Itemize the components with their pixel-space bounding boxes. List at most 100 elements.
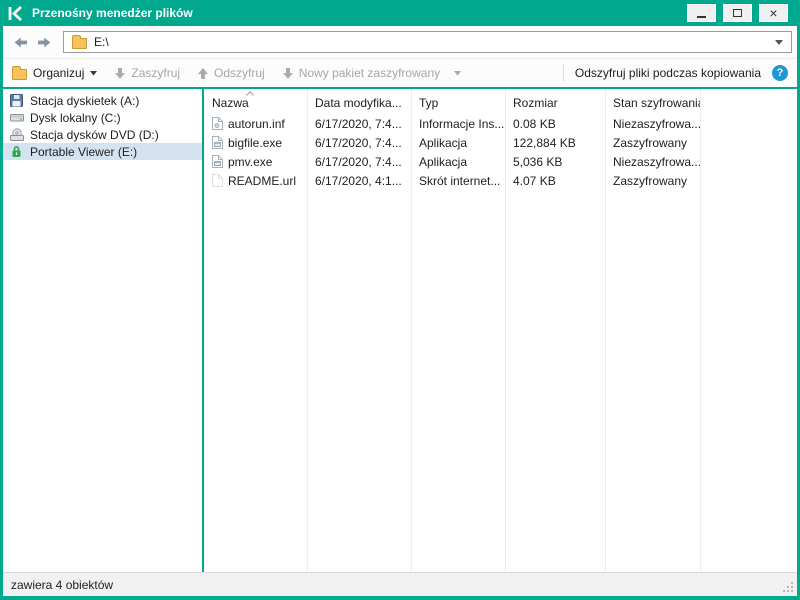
decrypt-label: Odszyfruj: [214, 66, 265, 80]
arrow-down-icon: [283, 68, 293, 79]
portable-file-manager-window: Przenośny menedżer plików E:\: [0, 0, 800, 600]
sidebar-item-drive-d[interactable]: Stacja dysków DVD (D:): [3, 126, 202, 143]
sidebar-item-drive-e[interactable]: Portable Viewer (E:): [3, 143, 202, 160]
file-type-cell: Aplikacja: [411, 133, 505, 152]
url-file-icon: [212, 174, 223, 187]
file-name: autorun.inf: [228, 117, 285, 131]
help-icon[interactable]: [772, 65, 788, 81]
file-name-cell: bigfile.exe: [204, 133, 307, 152]
file-filler-cell: [700, 114, 797, 133]
address-bar[interactable]: E:\: [63, 31, 792, 53]
column-header-name[interactable]: Nazwa: [204, 89, 307, 114]
minimize-button[interactable]: [687, 4, 716, 22]
navigation-bar: E:\: [3, 26, 797, 59]
drive-label: Portable Viewer (E:): [30, 145, 137, 159]
window-controls: [687, 4, 788, 22]
status-bar: zawiera 4 obiektów: [3, 572, 797, 596]
file-encryption-cell: Zaszyfrowany: [605, 171, 700, 190]
toolbar-right-group: Odszyfruj pliki podczas kopiowania: [563, 64, 788, 82]
sort-asc-icon: [246, 91, 254, 96]
file-row-pmv-exe[interactable]: pmv.exe 6/17/2020, 7:4... Aplikacja 5,03…: [204, 152, 797, 171]
column-label: Stan szyfrowania: [613, 96, 700, 110]
maximize-button[interactable]: [723, 4, 752, 22]
title-bar: Przenośny menedżer plików: [0, 0, 800, 26]
new-encrypted-package-button[interactable]: Nowy pakiet zaszyfrowany: [283, 66, 440, 80]
column-gridline: [411, 89, 412, 572]
status-text: zawiera 4 obiektów: [11, 578, 113, 592]
file-encryption-cell: Zaszyfrowany: [605, 133, 700, 152]
window-body: E:\ Organizuj Zaszyfruj Odszyfruj: [3, 26, 797, 596]
column-header-date-modified[interactable]: Data modyfika...: [307, 89, 411, 114]
file-name-cell: pmv.exe: [204, 152, 307, 171]
file-date-cell: 6/17/2020, 7:4...: [307, 114, 411, 133]
floppy-drive-icon: [10, 94, 24, 107]
file-size-cell: 122,884 KB: [505, 133, 605, 152]
file-list: Nazwa Data modyfika... Typ Rozmiar Stan …: [204, 89, 797, 572]
sidebar-item-drive-a[interactable]: Stacja dyskietek (A:): [3, 92, 202, 109]
column-label: Typ: [419, 96, 438, 110]
folder-icon: [72, 38, 87, 49]
chevron-down-icon: [454, 71, 461, 76]
file-date-cell: 6/17/2020, 7:4...: [307, 152, 411, 171]
kaspersky-logo-icon: [7, 6, 23, 21]
column-label: Rozmiar: [513, 96, 558, 110]
close-button[interactable]: [759, 4, 788, 22]
column-header-filler: [700, 89, 797, 114]
content-area: Stacja dyskietek (A:) Dysk lokalny (C:) …: [3, 89, 797, 572]
toolbar-separator: [563, 64, 564, 82]
decrypt-while-copying-button[interactable]: Odszyfruj pliki podczas kopiowania: [575, 66, 761, 80]
organize-button[interactable]: Organizuj: [12, 66, 97, 80]
file-size-cell: 5,036 KB: [505, 152, 605, 171]
close-icon: [769, 6, 777, 21]
organize-label: Organizuj: [33, 66, 84, 80]
column-gridline: [700, 89, 701, 572]
new-encrypted-package-label: Nowy pakiet zaszyfrowany: [299, 66, 440, 80]
file-name-cell: README.url: [204, 171, 307, 190]
file-date-cell: 6/17/2020, 4:1...: [307, 171, 411, 190]
encrypted-drive-icon: [10, 145, 24, 158]
column-header-type[interactable]: Typ: [411, 89, 505, 114]
column-gridline: [505, 89, 506, 572]
decrypt-button[interactable]: Odszyfruj: [198, 66, 265, 80]
drive-label: Stacja dysków DVD (D:): [30, 128, 159, 142]
file-row-bigfile-exe[interactable]: bigfile.exe 6/17/2020, 7:4... Aplikacja …: [204, 133, 797, 152]
file-type-cell: Skrót internet...: [411, 171, 505, 190]
column-label: Data modyfika...: [315, 96, 402, 110]
file-date-cell: 6/17/2020, 7:4...: [307, 133, 411, 152]
column-header-size[interactable]: Rozmiar: [505, 89, 605, 114]
exe-file-icon: [212, 155, 223, 168]
file-type-cell: Informacje Ins...: [411, 114, 505, 133]
sidebar-item-drive-c[interactable]: Dysk lokalny (C:): [3, 109, 202, 126]
drives-sidebar: Stacja dyskietek (A:) Dysk lokalny (C:) …: [3, 89, 202, 572]
arrow-left-icon: [14, 37, 27, 48]
minimize-icon: [697, 16, 706, 18]
file-list-header: Nazwa Data modyfika... Typ Rozmiar Stan …: [204, 89, 797, 114]
file-row-readme-url[interactable]: README.url 6/17/2020, 4:1... Skrót inter…: [204, 171, 797, 190]
back-button[interactable]: [8, 29, 32, 55]
forward-button[interactable]: [32, 29, 56, 55]
folder-icon: [12, 69, 27, 80]
encrypt-label: Zaszyfruj: [131, 66, 180, 80]
decrypt-while-copying-label: Odszyfruj pliki podczas kopiowania: [575, 66, 761, 80]
inf-file-icon: [212, 117, 223, 130]
arrow-up-icon: [198, 68, 208, 79]
resize-grip[interactable]: [781, 580, 794, 593]
column-gridline: [307, 89, 308, 572]
chevron-down-icon: [90, 71, 97, 76]
file-row-autorun-inf[interactable]: autorun.inf 6/17/2020, 7:4... Informacje…: [204, 114, 797, 133]
new-encrypted-package-dropdown-button[interactable]: [454, 71, 461, 76]
file-name: README.url: [228, 174, 296, 188]
encrypt-button[interactable]: Zaszyfruj: [115, 66, 180, 80]
dvd-drive-icon: [10, 128, 24, 141]
arrow-right-icon: [38, 37, 51, 48]
file-filler-cell: [700, 171, 797, 190]
arrow-down-icon: [115, 68, 125, 79]
column-header-encryption-status[interactable]: Stan szyfrowania: [605, 89, 700, 114]
file-filler-cell: [700, 152, 797, 171]
file-type-cell: Aplikacja: [411, 152, 505, 171]
window-title: Przenośny menedżer plików: [32, 6, 193, 20]
drive-label: Stacja dyskietek (A:): [30, 94, 139, 108]
address-dropdown-icon[interactable]: [775, 40, 783, 45]
column-gridline: [605, 89, 606, 572]
drive-label: Dysk lokalny (C:): [30, 111, 121, 125]
